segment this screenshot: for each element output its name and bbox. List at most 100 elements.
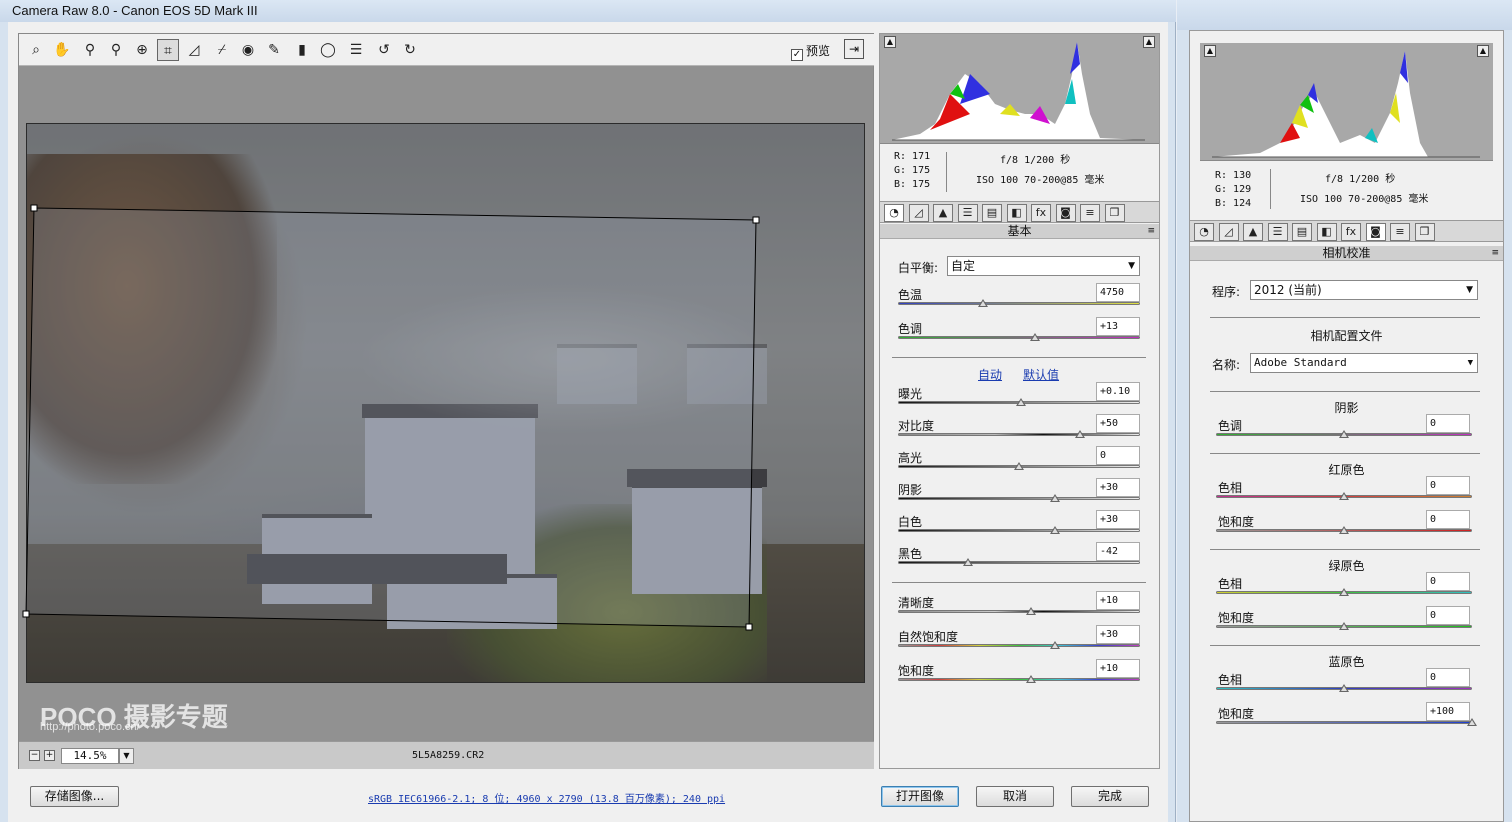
straighten-tool-icon[interactable]: ◿	[183, 39, 205, 61]
process-version-select[interactable]: 2012 (当前) ▼	[1250, 280, 1478, 300]
auto-link[interactable]: 自动	[978, 366, 1002, 383]
slider-value-field[interactable]: 4750	[1096, 283, 1140, 302]
panel-tab-icon[interactable]: ◿	[908, 204, 929, 222]
slider-thumb[interactable]	[1014, 462, 1024, 470]
slider-value-field[interactable]: 0	[1426, 668, 1470, 687]
slider-value-field[interactable]: 0	[1096, 446, 1140, 465]
slider-thumb[interactable]	[1050, 641, 1061, 649]
open-image-button[interactable]: 打开图像	[881, 786, 959, 807]
panel-tab-icon[interactable]: ◧	[1316, 223, 1337, 241]
workflow-options-link[interactable]: sRGB IEC61966-2.1; 8 位; 4960 x 2790 (13.…	[368, 790, 725, 805]
zoom-in-button[interactable]: +	[44, 750, 55, 761]
slider-value-field[interactable]: 0	[1426, 414, 1470, 433]
slider-value-field[interactable]: +30	[1096, 625, 1140, 644]
preview-image[interactable]	[26, 123, 865, 683]
panel-tab-icon[interactable]: ◔	[884, 204, 904, 222]
panel-tab-icon[interactable]: ◔	[1194, 223, 1214, 241]
panel-menu-icon[interactable]: ≡	[1147, 224, 1155, 238]
adjustment-brush-tool-icon[interactable]: ✎	[263, 39, 285, 61]
targeted-adjustment-tool-icon[interactable]: ⊕	[131, 39, 153, 61]
slider-value-field[interactable]: -42	[1096, 542, 1140, 561]
radial-filter-tool-icon[interactable]: ◯	[317, 39, 339, 61]
slider-thumb[interactable]	[1339, 430, 1349, 438]
panel-tab-icon[interactable]: ▲	[933, 204, 953, 222]
zoom-dropdown-icon[interactable]: ▼	[119, 748, 134, 764]
save-image-button[interactable]: 存储图像...	[30, 786, 119, 807]
slider-value-field[interactable]: +10	[1096, 591, 1140, 610]
panel-tab-icon[interactable]: ▲	[1243, 223, 1263, 241]
slider-thumb[interactable]	[963, 558, 974, 566]
slider-thumb[interactable]	[1016, 398, 1027, 406]
slider-value-field[interactable]: 0	[1426, 510, 1470, 529]
fullscreen-toggle-icon[interactable]: ⇥	[844, 39, 864, 59]
slider-value-field[interactable]: +30	[1096, 478, 1140, 497]
done-button[interactable]: 完成	[1071, 786, 1149, 807]
slider-value-field[interactable]: +100	[1426, 702, 1470, 721]
cancel-button[interactable]: 取消	[976, 786, 1054, 807]
red-eye-tool-icon[interactable]: ◉	[237, 39, 259, 61]
slider-thumb[interactable]	[1050, 494, 1061, 502]
panel-menu-icon[interactable]: ≡	[1491, 246, 1499, 260]
slider-thumb[interactable]	[1026, 675, 1037, 683]
panel-tab-icon[interactable]: ❐	[1104, 204, 1125, 222]
slider-thumb[interactable]	[1339, 588, 1349, 596]
zoom-out-button[interactable]: −	[29, 750, 40, 761]
slider-track[interactable]	[898, 529, 1140, 532]
highlight-clipping-warning-icon[interactable]: ▲	[1477, 45, 1489, 57]
slider-track[interactable]	[1216, 721, 1472, 724]
slider-track[interactable]	[898, 610, 1140, 613]
shadow-clipping-warning-icon[interactable]: ▲	[884, 36, 896, 48]
slider-thumb[interactable]	[1026, 607, 1037, 615]
panel-tab-icon[interactable]: ◙	[1365, 223, 1386, 241]
zoom-level-field[interactable]: 14.5%	[61, 748, 119, 764]
slider-track[interactable]	[898, 336, 1140, 339]
panel-tab-icon[interactable]: ◿	[1218, 223, 1239, 241]
slider-thumb[interactable]	[1339, 526, 1349, 534]
panel-tab-icon[interactable]: ▤	[1292, 223, 1312, 241]
hand-tool-icon[interactable]: ✋	[51, 39, 73, 61]
panel-tab-icon[interactable]: ❐	[1414, 223, 1435, 241]
panel-tab-icon[interactable]: ☰	[957, 204, 978, 222]
slider-track[interactable]	[898, 561, 1140, 564]
slider-track[interactable]	[898, 678, 1140, 681]
highlight-clipping-warning-icon[interactable]: ▲	[1143, 36, 1155, 48]
slider-thumb[interactable]	[1074, 430, 1085, 438]
slider-value-field[interactable]: 0	[1426, 476, 1470, 495]
slider-value-field[interactable]: +10	[1096, 659, 1140, 678]
panel-tab-icon[interactable]: ☰	[1267, 223, 1288, 241]
zoom-tool-icon[interactable]: ⌕	[25, 39, 47, 61]
slider-thumb[interactable]	[1339, 492, 1349, 500]
slider-value-field[interactable]: 0	[1426, 572, 1470, 591]
slider-thumb[interactable]	[1050, 526, 1061, 534]
panel-tab-icon[interactable]: ▤	[982, 204, 1002, 222]
rotate-ccw-tool-icon[interactable]: ↺	[373, 39, 395, 61]
profile-name-select[interactable]: Adobe Standard ▼	[1250, 353, 1478, 373]
white-balance-select[interactable]: 自定 ▼	[947, 256, 1140, 276]
slider-thumb[interactable]	[977, 299, 988, 307]
preferences-tool-icon[interactable]: ☰	[345, 39, 367, 61]
slider-value-field[interactable]: 0	[1426, 606, 1470, 625]
slider-thumb[interactable]	[1029, 333, 1040, 341]
rotate-cw-tool-icon[interactable]: ↻	[399, 39, 421, 61]
panel-tab-icon[interactable]: ◙	[1055, 204, 1076, 222]
slider-track[interactable]	[898, 644, 1140, 647]
checkbox-check-icon[interactable]: ✓	[790, 49, 803, 61]
white-balance-tool-icon[interactable]: ⚲	[79, 39, 101, 61]
panel-tab-icon[interactable]: ◧	[1006, 204, 1027, 222]
panel-tab-icon[interactable]: fx	[1031, 204, 1051, 222]
slider-value-field[interactable]: +30	[1096, 510, 1140, 529]
shadow-clipping-warning-icon[interactable]: ▲	[1204, 45, 1216, 57]
panel-tab-icon[interactable]: ≡	[1080, 204, 1100, 222]
slider-track[interactable]	[898, 302, 1140, 305]
panel-tab-icon[interactable]: fx	[1341, 223, 1361, 241]
slider-thumb[interactable]	[1467, 718, 1477, 726]
spot-removal-tool-icon[interactable]: ⌿	[211, 39, 233, 61]
slider-value-field[interactable]: +0.10	[1096, 382, 1140, 401]
slider-thumb[interactable]	[1339, 684, 1349, 692]
graduated-filter-tool-icon[interactable]: ▮	[291, 39, 313, 61]
default-link[interactable]: 默认值	[1023, 366, 1059, 383]
preview-checkbox[interactable]: ✓ 预览	[790, 42, 830, 61]
slider-track[interactable]	[898, 497, 1140, 500]
slider-track[interactable]	[898, 433, 1140, 436]
slider-value-field[interactable]: +13	[1096, 317, 1140, 336]
